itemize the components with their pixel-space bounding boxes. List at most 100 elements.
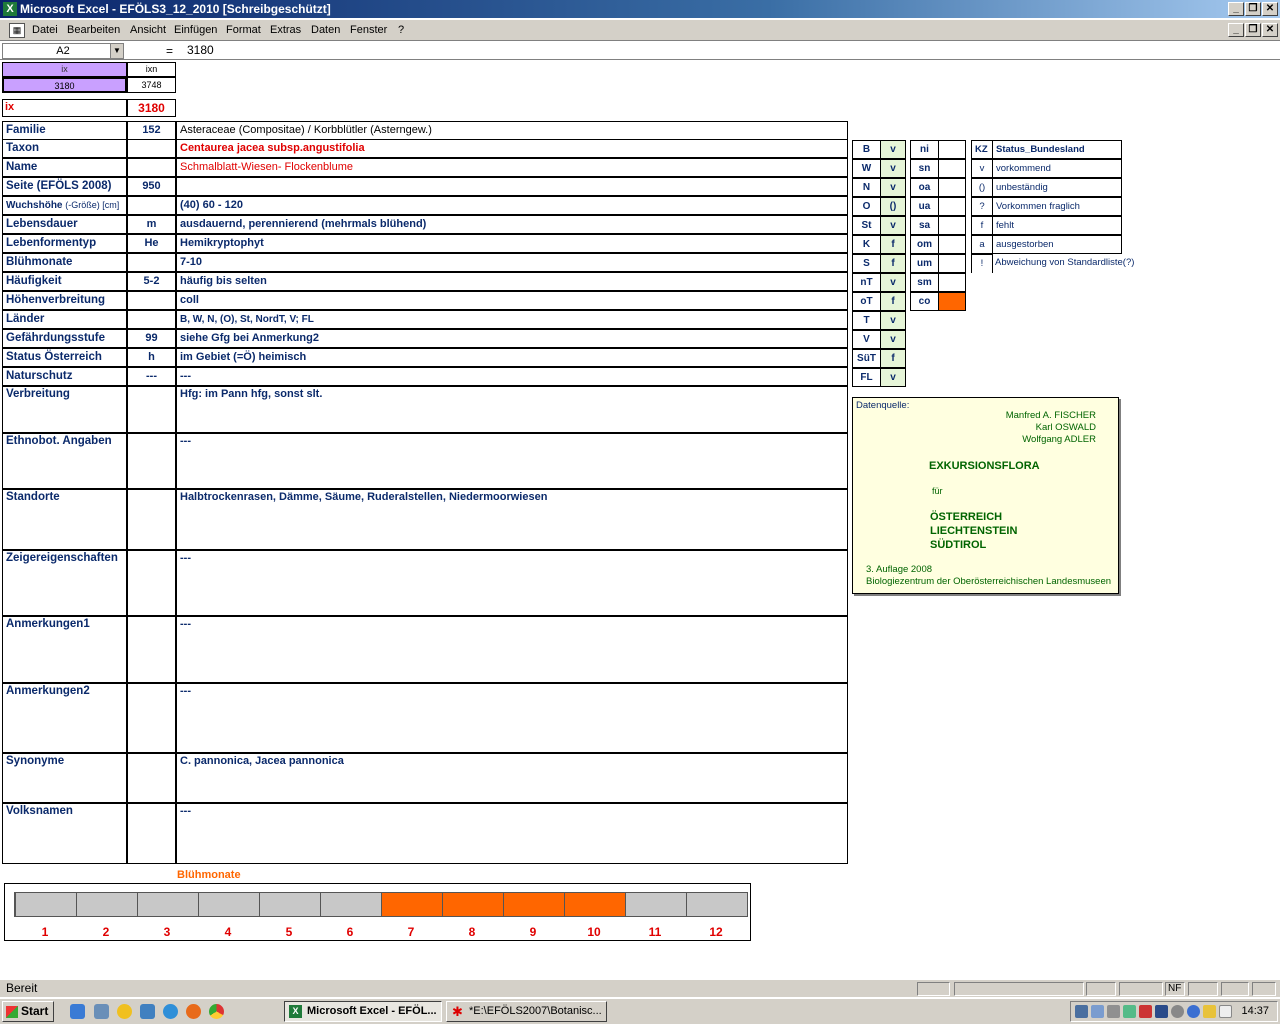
explorer-quicklaunch-icon[interactable] [140,1004,155,1019]
row-code[interactable]: He [127,234,176,253]
volume-icon[interactable] [1219,1005,1232,1018]
bundesland-status[interactable]: v [880,330,906,349]
hoehenstufe-value[interactable] [938,273,966,292]
media-quicklaunch-icon[interactable] [117,1004,132,1019]
tray-icon-8[interactable] [1187,1005,1200,1018]
hoehenstufe-value[interactable] [938,292,966,311]
menu-fenster[interactable]: Fenster [350,24,387,36]
tall-row-code[interactable] [127,683,176,753]
tall-row-value[interactable]: --- [176,616,848,683]
row-value[interactable]: Hemikryptophyt [176,234,848,253]
tall-row-code[interactable] [127,433,176,489]
row-code[interactable] [127,291,176,310]
close-icon[interactable]: ✕ [1262,2,1278,16]
row-value[interactable]: siehe Gfg bei Anmerkung2 [176,329,848,348]
row-value[interactable]: ausdauernd, perennierend (mehrmals blühe… [176,215,848,234]
bundesland-status[interactable]: v [880,368,906,387]
tray-icon-1[interactable] [1075,1005,1088,1018]
row-value[interactable]: 7-10 [176,253,848,272]
row-value[interactable]: coll [176,291,848,310]
ixn-header[interactable]: ixn [127,62,176,77]
hoehenstufe-value[interactable] [938,197,966,216]
hoehenstufe-value[interactable] [938,216,966,235]
search-icon[interactable] [1091,1005,1104,1018]
document-icon[interactable]: ▦ [9,23,25,38]
row-value[interactable]: B, W, N, (O), St, NordT, V; FL [176,310,848,329]
bundesland-status[interactable]: v [880,273,906,292]
firefox-quicklaunch-icon[interactable] [186,1004,201,1019]
bundesland-status[interactable]: v [880,216,906,235]
restore-icon[interactable]: ❐ [1245,2,1261,16]
menu-datei[interactable]: Datei [32,24,58,36]
row-value[interactable]: Asteraceae (Compositae) / Korbblütler (A… [176,121,848,140]
menu-format[interactable]: Format [226,24,261,36]
bundesland-status[interactable]: f [880,292,906,311]
menu-bearbeiten[interactable]: Bearbeiten [67,24,120,36]
tall-row-code[interactable] [127,489,176,550]
ie-quicklaunch-icon[interactable] [70,1004,85,1019]
row-code[interactable]: m [127,215,176,234]
row-code[interactable] [127,196,176,215]
bundesland-status[interactable]: f [880,254,906,273]
hoehenstufe-value[interactable] [938,178,966,197]
tall-row-code[interactable] [127,803,176,864]
row-code[interactable]: 152 [127,121,176,140]
row-value[interactable]: (40) 60 - 120 [176,196,848,215]
tall-row-value[interactable]: Halbtrockenrasen, Dämme, Säume, Ruderals… [176,489,848,550]
desktop-quicklaunch-icon[interactable] [94,1004,109,1019]
hoehenstufe-value[interactable] [938,159,966,178]
tall-row-value[interactable]: --- [176,550,848,616]
tray-icon-3[interactable] [1107,1005,1120,1018]
doc-minimize-icon[interactable]: _ [1228,23,1244,37]
tray-icon-5[interactable] [1139,1005,1152,1018]
row-code[interactable]: 5-2 [127,272,176,291]
bundesland-status[interactable]: v [880,178,906,197]
ie2-quicklaunch-icon[interactable] [163,1004,178,1019]
name-box[interactable]: A2 ▼ [2,43,124,59]
menu-extras[interactable]: Extras [270,24,301,36]
menu-daten[interactable]: Daten [311,24,340,36]
row-code[interactable] [127,139,176,158]
start-button[interactable]: Start [2,1001,54,1022]
ix-value-cell[interactable]: 3180 [2,77,127,93]
menu-help[interactable]: ? [398,24,404,36]
tall-row-value[interactable]: --- [176,683,848,753]
menu-einfuegen[interactable]: Einfügen [174,24,217,36]
bundesland-status[interactable]: v [880,311,906,330]
ixn-value-cell[interactable]: 3748 [127,77,176,93]
tall-row-value[interactable]: --- [176,433,848,489]
bundesland-status[interactable]: f [880,349,906,368]
minimize-icon[interactable]: _ [1228,2,1244,16]
row-value[interactable]: --- [176,367,848,386]
tall-row-code[interactable] [127,616,176,683]
network-icon[interactable] [1123,1005,1136,1018]
row-value[interactable]: Centaurea jacea subsp.angustifolia [176,139,848,158]
row-code[interactable]: 99 [127,329,176,348]
tray-icon-7[interactable] [1171,1005,1184,1018]
tall-row-value[interactable]: Hfg: im Pann hfg, sonst slt. [176,386,848,433]
window-title-bar[interactable]: X Microsoft Excel - EFÖLS3_12_2010 [Schr… [0,0,1280,18]
row-code[interactable]: h [127,348,176,367]
bundesland-status[interactable]: v [880,159,906,178]
row-value[interactable] [176,177,848,196]
chevron-down-icon[interactable]: ▼ [110,44,123,58]
ix-big-value[interactable]: 3180 [127,99,176,117]
menu-ansicht[interactable]: Ansicht [130,24,166,36]
ix-header[interactable]: ix [2,62,127,77]
tall-row-value[interactable]: --- [176,803,848,864]
tall-row-code[interactable] [127,550,176,616]
chrome-quicklaunch-icon[interactable] [209,1004,224,1019]
bundesland-status[interactable]: v [880,140,906,159]
tray-icon-9[interactable] [1203,1005,1216,1018]
hoehenstufe-value[interactable] [938,235,966,254]
formula-input[interactable]: 3180 [187,43,214,57]
row-code[interactable] [127,158,176,177]
hoehenstufe-value[interactable] [938,254,966,273]
row-value[interactable]: häufig bis selten [176,272,848,291]
row-code[interactable]: --- [127,367,176,386]
hoehenstufe-value[interactable] [938,140,966,159]
row-code[interactable] [127,253,176,272]
tall-row-code[interactable] [127,753,176,803]
row-code[interactable] [127,310,176,329]
row-code[interactable]: 950 [127,177,176,196]
